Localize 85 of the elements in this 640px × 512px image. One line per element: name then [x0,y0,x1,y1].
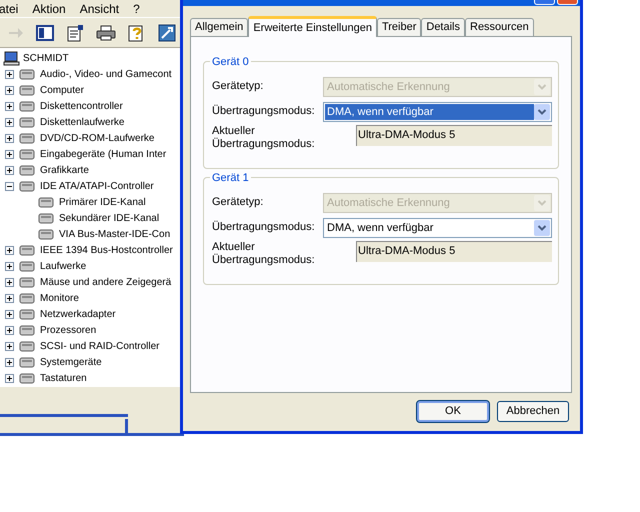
tree-item[interactable]: Prozessoren [40,322,96,338]
tree-item[interactable]: Primärer IDE-Kanal [59,194,146,210]
expand-icon[interactable] [5,278,14,286]
tree-item[interactable]: Diskettenlaufwerke [40,114,124,130]
tree-item[interactable]: DVD/CD-ROM-Laufwerke [40,130,154,146]
expand-icon[interactable] [5,150,14,158]
expand-icon[interactable] [5,118,14,126]
device-icon [19,259,35,273]
expand-icon[interactable] [5,166,14,174]
computer-icon [3,50,20,66]
device-icon [19,115,35,129]
device-icon [19,163,35,177]
device-icon [38,227,54,241]
tree-item[interactable]: Computer [40,82,84,98]
device-icon [38,195,54,209]
tree-item[interactable]: Monitore [40,290,79,306]
tab[interactable]: Ressourcen [465,18,534,36]
help-button[interactable] [534,0,555,5]
device-icon [19,323,35,337]
device-icon [19,147,35,161]
field-label: Aktueller Übertragungsmodus: [212,241,316,267]
tab[interactable]: Details [421,18,465,36]
field-label: Gerätetyp: [212,79,264,94]
device-icon [19,371,35,385]
tree-item[interactable]: Netzwerkadapter [40,306,116,322]
tree-item[interactable]: Mäuse und andere Zeigegerä [40,274,172,290]
tab[interactable]: Erweiterte Einstellungen [248,16,377,37]
field-label: Gerätetyp: [212,195,264,210]
tab[interactable]: Allgemein [190,18,248,36]
device-icon [38,211,54,225]
readonly-field: Ultra-DMA-Modus 5 [356,125,552,146]
tree-item[interactable]: Audio-, Video- und Gamecont [40,66,172,82]
expand-icon[interactable] [5,262,14,270]
expand-icon[interactable] [5,102,14,110]
device-icon [19,291,35,305]
device-icon [19,131,35,145]
dropdown[interactable]: DMA, wenn verfügbar [323,218,552,238]
tree-item[interactable]: Grafikkarte [40,162,89,178]
expand-icon[interactable] [5,310,14,318]
device-icon [19,275,35,289]
scan-hardware-icon[interactable] [158,24,176,42]
tree-item[interactable]: SCHMIDT [23,50,69,66]
tree-item[interactable]: Diskettencontroller [40,98,123,114]
collapse-icon[interactable] [5,182,14,190]
tree-item[interactable]: IDE ATA/ATAPI-Controller [40,178,154,194]
expand-icon[interactable] [5,294,14,302]
device-icon [19,243,35,257]
tree-item[interactable]: SCSI- und RAID-Controller [40,338,160,354]
printer-icon[interactable] [96,24,116,40]
tree-item[interactable]: Laufwerke [40,258,86,274]
device-icon [19,355,35,369]
dropdown[interactable]: DMA, wenn verfügbar [323,102,552,122]
tree-item[interactable]: Tastaturen [40,370,87,386]
menu-item[interactable]: Ansicht [80,0,120,18]
tree-item[interactable]: IEEE 1394 Bus-Hostcontroller [40,242,173,258]
menu-item[interactable]: Aktion [32,0,66,18]
device-icon [19,83,35,97]
expand-icon[interactable] [5,326,14,334]
tree-item[interactable]: Eingabegeräte (Human Inter [40,146,166,162]
tree-item[interactable]: VIA Bus-Master-IDE-Con [59,226,170,242]
tab[interactable]: Treiber [376,18,422,36]
field-label: Aktueller Übertragungsmodus: [212,125,316,151]
close-button[interactable] [557,0,578,5]
dialog-button[interactable]: Abbrechen [497,401,569,422]
dialog-button[interactable]: OK [417,401,489,422]
expand-icon[interactable] [5,70,14,78]
tree-item[interactable]: Sekundärer IDE-Kanal [59,210,160,226]
panel-icon[interactable] [36,24,54,40]
device-icon [19,307,35,321]
field-label: Übertragungsmodus: [212,220,316,236]
expand-icon[interactable] [5,86,14,94]
menu-item[interactable]: ? [133,0,140,18]
expand-icon[interactable] [5,246,14,254]
expand-icon[interactable] [5,374,14,382]
expand-icon[interactable] [5,342,14,350]
expand-icon[interactable] [5,134,14,142]
device-icon [19,339,35,353]
device-icon [19,179,35,193]
tree-item[interactable]: Systemgeräte [40,354,102,370]
device-icon [19,99,35,113]
properties-icon[interactable] [66,24,84,42]
readonly-field: Ultra-DMA-Modus 5 [356,241,552,262]
device-icon [19,67,35,81]
field-label: Übertragungsmodus: [212,104,316,120]
expand-icon[interactable] [5,358,14,366]
